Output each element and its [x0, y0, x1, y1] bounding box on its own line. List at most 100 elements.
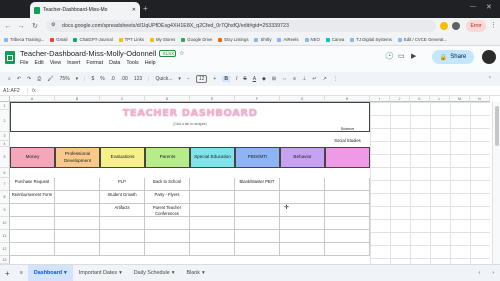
item-cell[interactable]: Student Growth	[100, 191, 145, 204]
empty-cell[interactable]	[325, 217, 370, 230]
search-menus-icon[interactable]: ⌕	[8, 76, 11, 82]
bookmark[interactable]: Shrtly	[254, 37, 271, 42]
row-header[interactable]: 9	[0, 204, 10, 217]
empty-cell[interactable]	[235, 243, 280, 256]
share-button[interactable]: 🔒 Share	[432, 50, 474, 64]
row-header[interactable]: 12	[0, 243, 10, 256]
bold-icon[interactable]: B	[222, 76, 230, 82]
item-cell[interactable]: Blank/Master PBIT	[235, 178, 280, 191]
row-header[interactable]: 8	[0, 191, 10, 204]
category-extra[interactable]	[325, 147, 370, 168]
item-cell[interactable]: Purchase Request	[10, 178, 55, 191]
empty-cell[interactable]	[145, 230, 190, 243]
empty-cell[interactable]	[325, 230, 370, 243]
avatar[interactable]	[482, 50, 496, 64]
address-bar[interactable]: ⚙ docs.google.com/spreadsheets/d/1lqUPfD…	[46, 20, 436, 32]
menu-tools[interactable]: Tools	[126, 60, 138, 66]
new-tab-icon[interactable]: +	[143, 4, 148, 13]
bookmark[interactable]: ChatGPT-Journal	[73, 37, 113, 42]
bookmark[interactable]: TPT Links	[118, 37, 144, 42]
sheet-scroll-right-icon[interactable]: ›	[486, 265, 500, 281]
paint-format-icon[interactable]: 🖌	[47, 76, 53, 82]
row-header[interactable]: 3	[0, 132, 10, 141]
empty-cell[interactable]	[10, 230, 55, 243]
strikethrough-icon[interactable]: S	[243, 76, 246, 82]
bookmark[interactable]: Canva	[325, 37, 344, 42]
bookmark[interactable]: AIReels	[277, 37, 299, 42]
category-behavior[interactable]: Behavior	[280, 147, 325, 168]
align-icon[interactable]: ≡	[293, 76, 296, 82]
sheet-scroll-left-icon[interactable]: ‹	[472, 265, 486, 281]
empty-cell[interactable]	[190, 243, 235, 256]
spreadsheet-grid[interactable]: A B C D E F G H I J K L M N 1 2 3 4 5 6 …	[0, 96, 500, 264]
menu-format[interactable]: Format	[86, 60, 103, 66]
empty-cell[interactable]	[235, 217, 280, 230]
close-tab-icon[interactable]: ✕	[132, 7, 136, 13]
bookmark[interactable]: Edit / CVCE Generat...	[397, 37, 447, 42]
sheet-tab-daily-schedule[interactable]: Daily Schedule ▾	[128, 265, 181, 281]
category-money[interactable]: Money	[10, 147, 55, 168]
font-size-minus-icon[interactable]: −	[187, 76, 190, 82]
back-icon[interactable]: ←	[3, 21, 13, 31]
star-icon[interactable]: ☆	[179, 50, 184, 57]
site-info-icon[interactable]: ⚙	[51, 22, 55, 28]
profile-error-button[interactable]: Error	[466, 20, 486, 32]
item-cell[interactable]	[280, 191, 325, 204]
item-cell[interactable]	[55, 178, 100, 191]
item-cell[interactable]	[235, 191, 280, 204]
menu-edit[interactable]: Edit	[35, 60, 44, 66]
bookmark[interactable]: NEO	[304, 37, 320, 42]
merge-cells-icon[interactable]: ⇔	[282, 76, 287, 82]
comment-icon[interactable]: ▭	[398, 52, 405, 60]
item-cell[interactable]: Reimbursement Form	[10, 191, 55, 204]
row-header[interactable]: 6	[0, 168, 10, 178]
scrollbar-thumb[interactable]	[495, 106, 499, 146]
empty-cell[interactable]	[55, 230, 100, 243]
item-cell[interactable]: PLP	[100, 178, 145, 191]
empty-cell[interactable]	[145, 217, 190, 230]
row-header[interactable]: 13	[0, 256, 10, 264]
empty-cell[interactable]	[280, 243, 325, 256]
row-header[interactable]: 2	[0, 110, 10, 132]
menu-help[interactable]: Help	[145, 60, 156, 66]
category-evaluations[interactable]: Evaluations	[100, 147, 145, 168]
print-icon[interactable]: ⎙	[37, 76, 41, 82]
menu-view[interactable]: View	[50, 60, 61, 66]
item-cell[interactable]	[325, 191, 370, 204]
item-cell[interactable]	[55, 191, 100, 204]
window-minimize-icon[interactable]: —	[470, 4, 476, 10]
browser-menu-icon[interactable]: ⋮	[490, 21, 497, 29]
empty-cell[interactable]	[10, 243, 55, 256]
sheet-tab-blank[interactable]: Blank ▾	[180, 265, 210, 281]
item-cell[interactable]	[10, 204, 55, 217]
item-cell[interactable]: Parent Teacher Conferences	[145, 204, 190, 217]
row-header[interactable]: 5	[0, 147, 10, 168]
redo-icon[interactable]: ↷	[27, 76, 31, 82]
currency-icon[interactable]: $	[91, 76, 94, 82]
extension-icon[interactable]	[440, 22, 448, 30]
empty-cell[interactable]	[10, 217, 55, 230]
category-special-education[interactable]: Special Education	[190, 147, 235, 168]
item-cell[interactable]: Back to School	[145, 178, 190, 191]
category-pbis-mti[interactable]: PBIS/MTI	[235, 147, 280, 168]
empty-cell[interactable]	[55, 217, 100, 230]
menu-data[interactable]: Data	[109, 60, 120, 66]
empty-cell[interactable]	[325, 243, 370, 256]
decrease-decimal-icon[interactable]: .0	[111, 76, 115, 82]
sheet-tab-important-dates[interactable]: Important Dates ▾	[73, 265, 128, 281]
item-cell[interactable]	[325, 204, 370, 217]
increase-decimal-icon[interactable]: .00	[121, 76, 128, 82]
menu-insert[interactable]: Insert	[67, 60, 80, 66]
empty-cell[interactable]	[100, 230, 145, 243]
bookmark[interactable]: Tribeca Training...	[4, 37, 44, 42]
italic-icon[interactable]: I	[236, 76, 237, 82]
file-name[interactable]: Teacher-Dashboard-Miss-Molly-Odonnell	[20, 49, 156, 58]
empty-grid-area[interactable]	[370, 102, 490, 264]
font-size-input[interactable]: 12	[195, 75, 208, 83]
valign-icon[interactable]: ⊥	[302, 76, 306, 82]
zoom-select[interactable]: 75%	[60, 76, 70, 82]
empty-cell[interactable]	[190, 217, 235, 230]
font-select[interactable]: Quick...	[155, 76, 172, 82]
category-professional-development[interactable]: Professional Development	[55, 147, 100, 168]
percent-icon[interactable]: %	[100, 76, 104, 82]
